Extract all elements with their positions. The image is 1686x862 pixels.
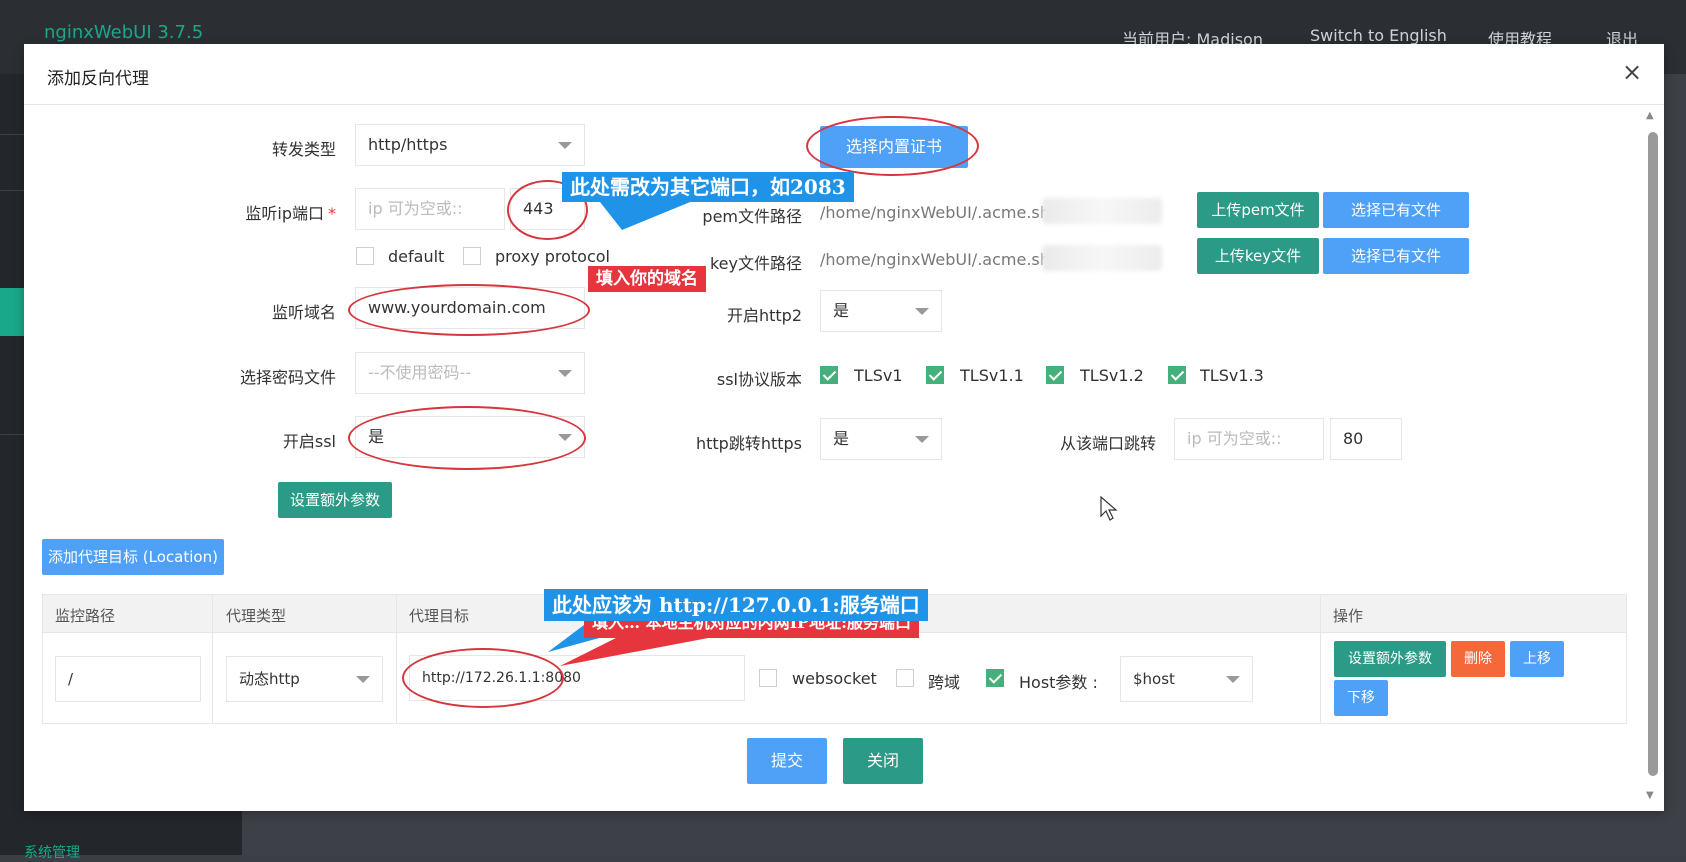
domain-annotation-callout: 填入你的域名 [588, 266, 706, 292]
target-annotation-callout: 此处应该为 http://127.0.0.1:服务端口 [544, 589, 928, 621]
annotation-arrows [548, 198, 740, 666]
mouse-cursor-icon [1100, 496, 1118, 521]
port-annotation-callout: 此处需改为其它端口，如2083 [562, 172, 854, 202]
